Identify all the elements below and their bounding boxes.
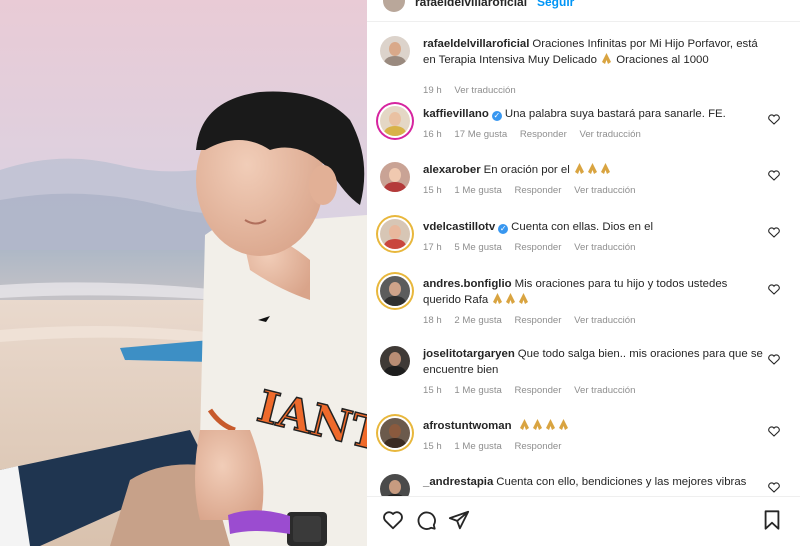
translate-link[interactable]: Ver traducción [579,129,640,140]
comment-likes[interactable]: 17 Me gusta [454,129,507,140]
comment-body: Una palabra suya bastará para sanarle. F… [504,108,726,120]
share-icon[interactable] [448,509,470,531]
commenter-avatar[interactable] [380,106,410,136]
like-heart-icon[interactable] [768,482,780,493]
commenter-avatar[interactable] [380,346,410,376]
praying-hands-icon [558,419,568,430]
caption-time: 19 h [423,85,442,96]
comment-likes[interactable]: 2 Me gusta [454,315,501,326]
comment-username[interactable]: joselitotargaryen [423,348,515,360]
comment-meta: 18 h 2 Me gusta Responder Ver traducción [423,315,645,326]
commenter-avatar[interactable] [380,162,410,192]
caption-username[interactable]: rafaeldelvillaroficial [423,38,529,50]
translate-link[interactable]: Ver traducción [574,242,635,253]
comment-list[interactable]: rafaeldelvillaroficial Oraciones Infinita… [367,24,800,496]
like-heart-icon[interactable] [768,227,780,238]
like-heart-icon[interactable] [768,114,780,125]
like-heart-icon[interactable] [768,170,780,181]
praying-hands-icon [493,292,503,304]
comment-text: joselitotargaryen Que todo salga bien.. m… [423,347,763,378]
author-avatar[interactable] [383,0,405,12]
comment-body: Cuenta con ellas. Dios en el [511,221,654,233]
comment-meta: 15 h 1 Me gusta Responder [423,441,571,452]
comment-username[interactable]: andres.bonfiglio [423,278,512,290]
commenter-avatar[interactable] [380,418,410,448]
like-heart-icon[interactable] [768,284,780,295]
comment-meta: 17 h 5 Me gusta Responder Ver traducción [423,242,645,253]
comments-panel: rafaeldelvillaroficial Seguir rafaeldelv… [367,0,800,546]
reply-link[interactable]: Responder [515,385,562,396]
comment-username[interactable]: vdelcastillotv [423,221,495,233]
comment-text: vdelcastillotv ✓ Cuenta con ellas. Dios en… [423,220,763,236]
praying-hands-icon [587,163,597,174]
praying-hands-icon [602,52,612,64]
post-header: rafaeldelvillaroficial Seguir [367,0,800,22]
like-heart-icon[interactable] [768,426,780,437]
comment-time: 17 h [423,242,442,253]
comment-icon[interactable] [415,509,437,531]
comment-time: 15 h [423,441,442,452]
like-heart-icon[interactable] [768,354,780,365]
translate-link[interactable]: Ver traducción [574,185,635,196]
comment-likes[interactable]: 1 Me gusta [454,441,501,452]
comment-username[interactable]: alexarober [423,164,481,176]
comment-meta: 15 h 1 Me gusta Responder Ver traducción [423,185,645,196]
follow-button[interactable]: Seguir [537,0,574,9]
comment-username[interactable]: _andrestapia [423,476,493,488]
comment-username[interactable]: afrostuntwoman [423,420,512,432]
comment-meta: 15 h 1 Me gusta Responder Ver traducción [423,385,645,396]
praying-hands-icon [545,419,555,430]
reply-link[interactable]: Responder [515,185,562,196]
comment-time: 15 h [423,385,442,396]
comment-time: 15 h [423,185,442,196]
verified-badge-icon: ✓ [491,111,502,121]
comment-text: _andrestapia Cuenta con ello, bendiciones… [423,475,763,491]
praying-hands-icon [574,163,584,174]
comment-text: kaffievillano ✓ Una palabra suya bastará p… [423,107,763,123]
verified-badge-icon: ✓ [498,224,509,234]
action-bar [367,496,800,546]
bookmark-icon[interactable] [761,509,783,531]
post-image: IANT [0,0,367,546]
comment-username[interactable]: kaffievillano [423,108,489,120]
comment-text: alexarober En oración por el [423,163,763,179]
comment-text: afrostuntwoman [423,419,763,435]
caption-translate-link[interactable]: Ver traducción [454,85,515,96]
reply-link[interactable]: Responder [520,129,567,140]
reply-link[interactable]: Responder [515,441,562,452]
praying-hands-icon [519,292,529,304]
comment-body: En oración por el [483,164,570,176]
comment-meta: 16 h 17 Me gusta Responder Ver traducció… [423,129,651,140]
caption-body-end: Oraciones al 1000 [616,53,709,66]
reply-link[interactable]: Responder [515,315,562,326]
comment-time: 16 h [423,129,442,140]
comment-text: andres.bonfiglio Mis oraciones para tu hi… [423,277,763,308]
caption-avatar[interactable] [380,36,410,66]
praying-hands-icon [506,292,516,304]
comment-time: 18 h [423,315,442,326]
comment-likes[interactable]: 5 Me gusta [454,242,501,253]
praying-hands-icon [519,419,529,430]
comment-body: Cuenta con ello, bendiciones y las mejor… [496,476,747,488]
heart-icon[interactable] [382,509,404,531]
author-username[interactable]: rafaeldelvillaroficial [415,0,527,9]
translate-link[interactable]: Ver traducción [574,385,635,396]
commenter-avatar[interactable] [380,474,410,496]
commenter-avatar[interactable] [380,219,410,249]
reply-link[interactable]: Responder [515,242,562,253]
comment-likes[interactable]: 1 Me gusta [454,385,501,396]
praying-hands-icon [600,163,610,174]
caption-meta: 19 h Ver traducción [423,85,526,96]
commenter-avatar[interactable] [380,276,410,306]
post-photo[interactable]: IANT [0,0,367,546]
praying-hands-icon [532,419,542,430]
caption-text: rafaeldelvillaroficial Oraciones Infinita… [423,37,763,68]
translate-link[interactable]: Ver traducción [574,315,635,326]
comment-likes[interactable]: 1 Me gusta [454,185,501,196]
